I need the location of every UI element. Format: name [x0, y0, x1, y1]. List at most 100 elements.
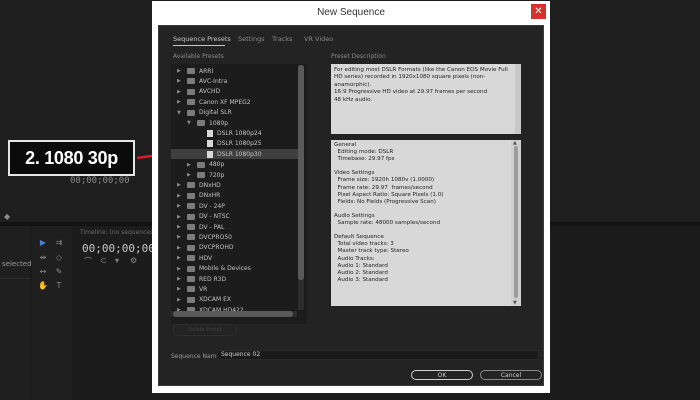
tab-settings[interactable]: Settings — [238, 35, 265, 43]
ripple-edit-tool-icon[interactable]: ⇹ — [37, 251, 49, 263]
chevron-right-icon[interactable]: ▶ — [177, 182, 181, 188]
chevron-right-icon[interactable]: ▶ — [177, 203, 181, 209]
preset-label: DSLR 1080p30 — [217, 150, 262, 158]
project-panel — [0, 226, 30, 400]
preset-folder[interactable]: ▶ DV - 24P — [171, 201, 299, 211]
linked-selection-icon[interactable]: ⊂ — [100, 256, 107, 265]
hand-tool-icon[interactable]: ✋ — [37, 279, 49, 291]
chevron-right-icon[interactable]: ▶ — [177, 234, 181, 240]
folder-icon — [197, 120, 205, 126]
chevron-right-icon[interactable]: ▶ — [177, 276, 181, 282]
chevron-right-icon[interactable]: ▶ — [177, 214, 181, 220]
preset-folder[interactable]: ▶ DV - NTSC — [171, 212, 299, 222]
project-row — [0, 278, 30, 279]
chevron-right-icon[interactable]: ▶ — [177, 193, 181, 199]
preset-folder[interactable]: ▶ HDV — [171, 253, 299, 263]
preset-item[interactable]: DSLR 1080p24 — [171, 128, 299, 138]
preset-folder[interactable]: ▶ DNxHD — [171, 180, 299, 190]
scroll-down-icon[interactable]: ▼ — [513, 300, 517, 306]
folder-icon — [187, 192, 195, 199]
preset-label: DNxHD — [199, 181, 221, 189]
preset-folder[interactable]: ▶ XDCAM EX — [171, 295, 299, 305]
preset-folder[interactable]: ▶ DNxHR — [171, 191, 299, 201]
chevron-right-icon[interactable]: ▶ — [187, 162, 191, 168]
dialog-titlebar[interactable]: New Sequence ✕ — [152, 1, 550, 25]
sequence-name-input[interactable]: Sequence 02 — [217, 350, 539, 360]
razor-tool-icon[interactable]: ◇ — [53, 251, 65, 263]
tab-tracks[interactable]: Tracks — [272, 35, 292, 43]
folder-icon — [187, 224, 195, 230]
ok-button[interactable]: OK — [411, 370, 473, 380]
preset-folder[interactable]: ▶ DVCPRO50 — [171, 232, 299, 242]
chevron-right-icon[interactable]: ▶ — [177, 245, 181, 251]
info-scrollbar[interactable]: ▲ ▼ — [511, 140, 521, 306]
preset-folder[interactable]: ▼ 1080p — [171, 118, 299, 128]
preset-label: 480p — [209, 161, 225, 169]
preset-item[interactable]: DSLR 1080p30 — [171, 149, 299, 160]
preset-tree[interactable]: ▶ ARRI ▶ AVC-Intra ▶ AVCHD ▶ Canon XF MPEG2 ▼ Dig… — [171, 64, 307, 324]
track-select-tool-icon[interactable]: ⇉ — [53, 236, 65, 248]
preset-folder[interactable]: ▶ Canon XF MPEG2 — [171, 97, 299, 107]
tab-vr-video[interactable]: VR Video — [304, 35, 333, 43]
chevron-right-icon[interactable]: ▶ — [177, 89, 181, 95]
type-tool-icon[interactable]: T — [53, 279, 65, 291]
chevron-down-icon[interactable]: ▼ — [177, 110, 181, 116]
preset-label: 1080p — [209, 119, 229, 127]
tab-sequence-presets[interactable]: Sequence Presets — [173, 35, 231, 43]
program-monitor-panel — [550, 0, 700, 222]
scroll-thumb[interactable] — [514, 146, 518, 298]
settings-icon[interactable]: ⚙ — [130, 256, 137, 265]
scroll-thumb[interactable] — [173, 311, 293, 317]
chevron-right-icon[interactable]: ▶ — [177, 266, 181, 272]
scroll-thumb[interactable] — [298, 65, 304, 280]
available-presets-label: Available Presets — [173, 53, 224, 60]
preset-tree-hscrollbar[interactable] — [171, 311, 297, 317]
selection-tool-icon[interactable]: ▶ — [37, 236, 49, 248]
preset-folder[interactable]: ▶ AVCHD — [171, 87, 299, 97]
preset-label: DVCPRO50 — [199, 233, 232, 241]
preset-item[interactable]: DSLR 1080p25 — [171, 139, 299, 149]
preset-folder[interactable]: ▶ RED R3D — [171, 274, 299, 284]
preset-folder[interactable]: ▶ 720p — [171, 170, 299, 180]
folder-icon — [187, 88, 195, 95]
folder-icon — [187, 265, 195, 272]
chevron-right-icon[interactable]: ▶ — [187, 172, 191, 178]
description-scrollbar[interactable] — [515, 64, 521, 134]
chevron-right-icon[interactable]: ▶ — [177, 224, 181, 230]
preset-label: AVC-Intra — [199, 77, 228, 85]
chevron-right-icon[interactable]: ▶ — [177, 68, 181, 74]
chevron-right-icon[interactable]: ▶ — [177, 286, 181, 292]
pen-tool-icon[interactable]: ✎ — [53, 265, 65, 277]
folder-icon — [187, 296, 195, 303]
close-icon[interactable]: ✕ — [531, 4, 546, 19]
preset-tree-vscrollbar[interactable] — [298, 65, 304, 310]
preset-label: DV - PAL — [199, 223, 225, 231]
preset-folder[interactable]: ▶ AVC-Intra — [171, 76, 299, 86]
add-marker-icon[interactable]: ▾ — [115, 256, 119, 265]
chevron-right-icon[interactable]: ▶ — [177, 255, 181, 261]
preset-folder[interactable]: ▶ DVCPROHD — [171, 243, 299, 253]
preset-folder[interactable]: ▶ Mobile & Devices — [171, 264, 299, 274]
slip-tool-icon[interactable]: ↔ — [37, 265, 49, 277]
folder-icon — [187, 286, 195, 293]
chevron-right-icon[interactable]: ▶ — [177, 99, 181, 105]
source-marker-icon[interactable]: ◆ — [4, 212, 10, 221]
chevron-down-icon[interactable]: ▼ — [187, 120, 191, 126]
timeline-timecode[interactable]: 00;00;00;00 — [82, 242, 155, 255]
chevron-right-icon[interactable]: ▶ — [177, 78, 181, 84]
preset-folder[interactable]: ▶ DV - PAL — [171, 222, 299, 232]
preset-folder[interactable]: ▼ Digital SLR — [171, 108, 299, 118]
preset-folder[interactable]: ▶ 480p — [171, 160, 299, 170]
cancel-button[interactable]: Cancel — [480, 370, 542, 380]
preset-description-label: Preset Description — [331, 53, 386, 60]
delete-preset-button[interactable]: Delete Preset — [173, 324, 237, 336]
description-line: 48 kHz audio. — [334, 96, 373, 103]
chevron-right-icon[interactable]: ▶ — [177, 297, 181, 303]
preset-file-icon — [207, 150, 213, 158]
snap-icon[interactable]: ⌒ — [84, 256, 92, 267]
preset-folder[interactable]: ▶ ARRI — [171, 66, 299, 76]
preset-label: XDCAM EX — [199, 296, 232, 304]
preset-folder[interactable]: ▶ VR — [171, 284, 299, 294]
timeline-sequence-tab[interactable]: Timeline: (no sequences) — [80, 229, 156, 236]
folder-icon — [187, 276, 195, 282]
